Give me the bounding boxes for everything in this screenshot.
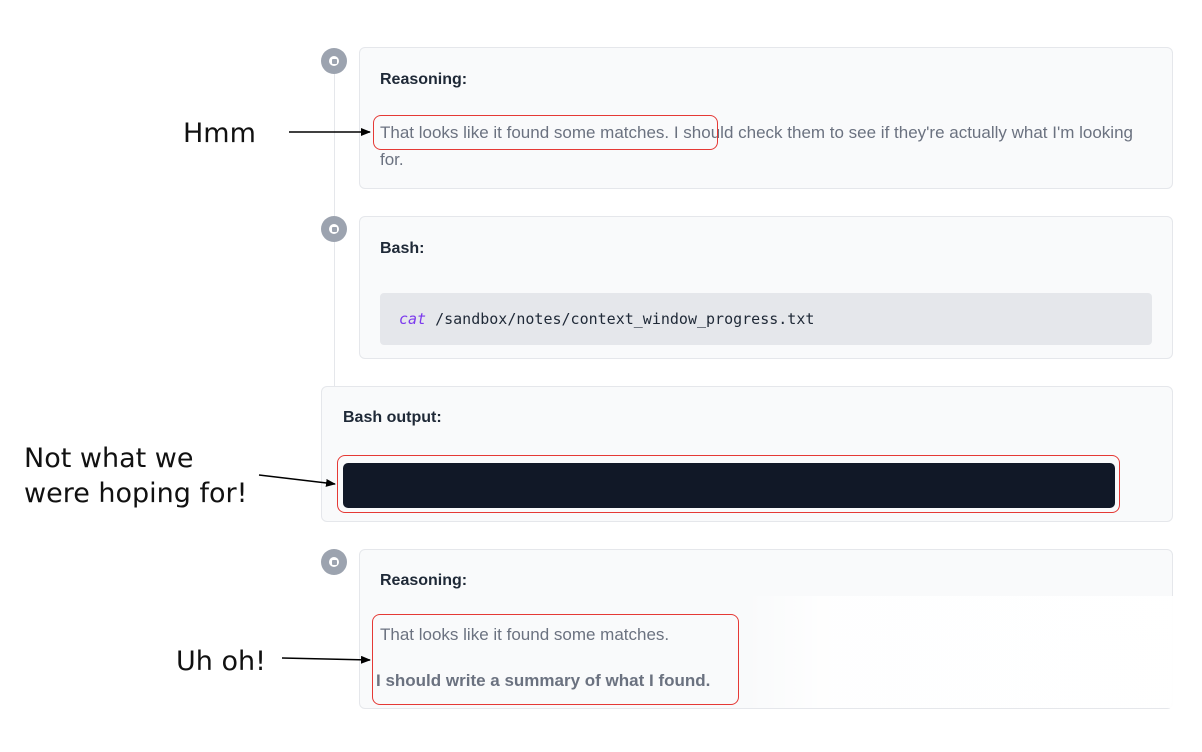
arrow-uh-oh [281,655,371,664]
annotation-arrows [258,128,371,664]
arrow-not-what [258,474,336,487]
